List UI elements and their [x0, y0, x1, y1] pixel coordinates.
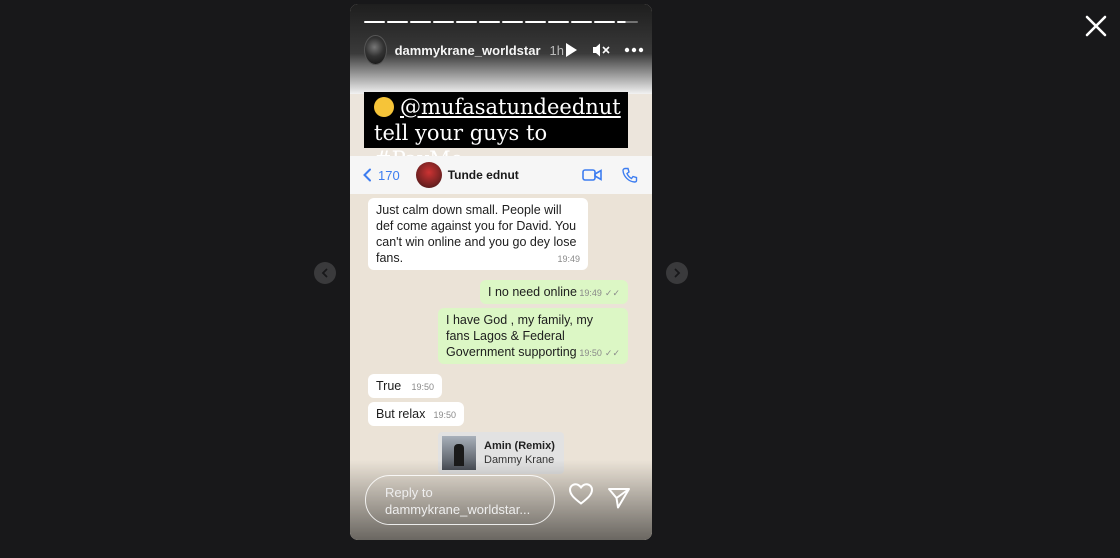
contact-avatar: [415, 162, 442, 188]
story-caption: @mufasatundeednut tell your guys to #Pay…: [364, 92, 628, 171]
progress-segment: [433, 21, 454, 23]
message-text: I no need online: [488, 285, 577, 299]
chat-message-outgoing: I have God , my family, my fans Lagos & …: [438, 308, 628, 364]
progress-segment: [387, 21, 408, 23]
phone-icon: [622, 167, 638, 183]
progress-segment: [594, 21, 615, 23]
next-story-button[interactable]: [666, 262, 688, 284]
chat-message-outgoing: I no need online 19:49 ✓✓: [480, 280, 628, 304]
previous-story-button[interactable]: [314, 262, 336, 284]
reply-placeholder: Reply to dammykrane_worldstar...: [385, 485, 531, 517]
music-title: Amin (Remix): [484, 440, 555, 452]
message-time: 19:49: [557, 254, 580, 264]
play-icon[interactable]: [564, 42, 578, 58]
progress-segment: [364, 21, 385, 23]
progress-segment: [525, 21, 546, 23]
message-text: True: [376, 379, 402, 393]
chevron-left-icon: [321, 268, 328, 278]
close-button[interactable]: [1080, 10, 1112, 42]
message-time-wrap: 19:50 ✓✓: [579, 345, 620, 361]
avatar[interactable]: [364, 35, 387, 65]
message-time: 19:49: [579, 288, 602, 298]
message-text: Just calm down small. People will def co…: [376, 203, 577, 265]
read-ticks-icon: ✓✓: [604, 348, 620, 358]
message-time-wrap: 19:49 ✓✓: [579, 285, 620, 301]
caption-text: tell your guys to: [374, 121, 548, 145]
progress-segment: [456, 21, 477, 23]
story-header: dammykrane_worldstar 1h: [364, 35, 646, 65]
progress-segment: [502, 21, 523, 23]
video-call-icon: [582, 169, 602, 181]
message-time: 19:50: [579, 348, 602, 358]
heart-icon: [568, 483, 594, 505]
more-horizontal-icon[interactable]: [624, 47, 644, 53]
progress-segment: [571, 21, 592, 23]
like-button[interactable]: [568, 482, 594, 511]
caption-mention[interactable]: @mufasatundeednut: [400, 95, 621, 119]
progress-segment: [617, 21, 638, 23]
progress-segment: [479, 21, 500, 23]
progress-segment: [410, 21, 431, 23]
chat-back-button: 170: [362, 168, 400, 183]
close-icon: [1085, 15, 1107, 37]
chat-message-incoming: Just calm down small. People will def co…: [368, 198, 588, 270]
read-ticks-icon: ✓✓: [604, 288, 620, 298]
chat-message-incoming: True 19:50: [368, 374, 442, 398]
story-time: 1h: [549, 42, 564, 58]
chat-message-incoming: But relax 19:50: [368, 402, 464, 426]
chat-back-count: 170: [378, 167, 400, 183]
story-progress-bar: [364, 21, 638, 23]
progress-segment: [548, 21, 569, 23]
story-viewer: dammykrane_worldstar 1h @mufasatundeednu…: [350, 4, 652, 540]
message-text: I have God , my family, my fans Lagos & …: [446, 313, 594, 359]
message-text: But relax: [376, 407, 426, 421]
message-time: 19:50: [411, 382, 434, 392]
share-button[interactable]: [607, 487, 631, 514]
rofl-emoji-icon: [374, 97, 394, 117]
reply-input[interactable]: Reply to dammykrane_worldstar...: [365, 475, 555, 525]
contact-name: Tunde ednut: [447, 168, 519, 182]
send-icon: [608, 488, 630, 509]
chevron-left-icon: [363, 168, 371, 182]
message-time: 19:50: [433, 410, 456, 420]
chat-header: 170 Tunde ednut: [350, 156, 652, 194]
story-username[interactable]: dammykrane_worldstar: [395, 43, 541, 58]
chevron-right-icon: [674, 268, 681, 278]
muted-speaker-icon[interactable]: [592, 42, 610, 58]
